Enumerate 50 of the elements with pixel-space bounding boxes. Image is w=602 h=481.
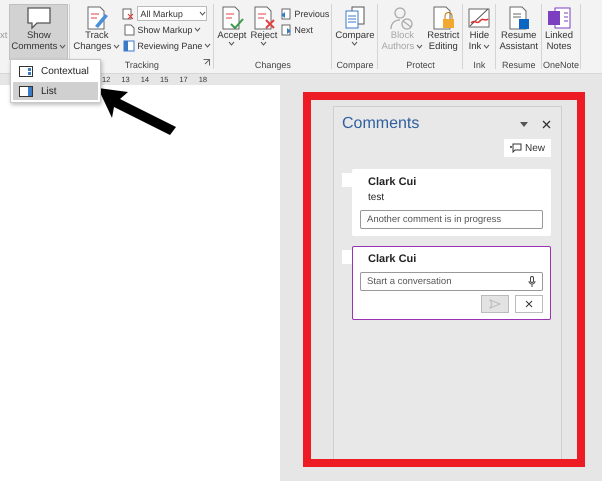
ribbon-button[interactable]: Restrict Editing xyxy=(425,4,462,60)
pen-squiggle-icon xyxy=(466,6,492,30)
close-icon xyxy=(525,300,533,308)
group-label: Protect xyxy=(406,60,435,70)
ribbon-button[interactable]: Show Comments xyxy=(9,4,68,60)
ribbon-button[interactable]: Reviewing Pane xyxy=(122,38,212,53)
launcher-icon[interactable] xyxy=(203,59,210,66)
ribbon-button[interactable]: Next xyxy=(279,22,330,37)
comment-author: Clark Cui xyxy=(367,176,418,188)
ribbon-button[interactable]: Show Markup xyxy=(122,22,212,37)
pane-icon xyxy=(123,40,136,52)
next-comment-icon xyxy=(280,24,292,36)
ribbon-button[interactable]: Linked Notes xyxy=(542,4,575,60)
dropdown-icon xyxy=(520,122,528,126)
group-label: Resume xyxy=(502,60,536,70)
previous-comment-icon xyxy=(280,8,292,20)
microphone-icon xyxy=(528,276,536,287)
speech-bubble-icon xyxy=(26,6,52,30)
comment-text: test xyxy=(367,192,386,203)
close-icon xyxy=(542,120,551,128)
ribbon-button[interactable]: Reject xyxy=(248,4,280,60)
reply-field[interactable]: Start a conversation xyxy=(360,272,543,291)
group-label: Tracking xyxy=(124,60,159,70)
ribbon-button[interactable]: Track Changes xyxy=(71,4,122,60)
markup-dropdown[interactable]: All Markup xyxy=(137,6,208,21)
group-label: Changes xyxy=(254,60,291,70)
comment-author: Clark Cui xyxy=(367,253,418,265)
reply-field[interactable]: Another comment is in progress xyxy=(360,210,543,229)
blocked-person-icon xyxy=(389,6,416,30)
ribbon-button[interactable]: Accept xyxy=(215,4,248,60)
group-label: Ink xyxy=(473,60,486,70)
send-icon xyxy=(489,299,501,309)
markup-icon xyxy=(122,8,134,20)
ribbon-button[interactable]: Resume Assistant xyxy=(497,4,540,60)
pane-title: Comments xyxy=(342,115,420,133)
cancel-button[interactable] xyxy=(515,295,543,313)
group-label: OneNote xyxy=(542,60,580,70)
new-comment-button[interactable]: New xyxy=(504,139,551,157)
list-view-icon xyxy=(19,86,33,96)
document-icon xyxy=(123,24,136,36)
caret-icon xyxy=(199,11,206,16)
ribbon-button[interactable]: Previous xyxy=(279,6,330,21)
ribbon-button[interactable]: Compare xyxy=(333,4,376,60)
new-comment-icon xyxy=(510,143,522,153)
ribbon-button[interactable]: Hide Ink xyxy=(464,4,494,60)
notebook-icon xyxy=(546,6,572,30)
menu-item[interactable]: Contextual xyxy=(13,62,98,80)
group-label: Compare xyxy=(336,60,374,70)
contextual-view-icon xyxy=(19,66,33,76)
menu-item[interactable]: List xyxy=(13,82,98,100)
